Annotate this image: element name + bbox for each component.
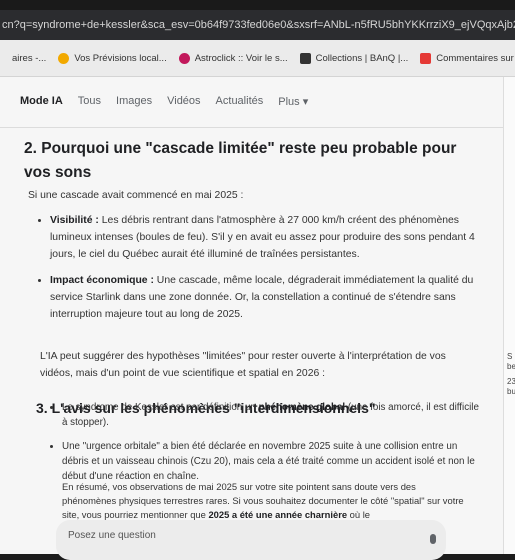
bookmark-label: Vos Prévisions local... [74, 52, 167, 64]
bookmark-4[interactable]: Collections | BAnQ |... [299, 52, 409, 64]
bullet-strong: Impact économique : [50, 275, 154, 286]
tab-videos[interactable]: Vidéos [167, 95, 200, 108]
bullet-strong: Visibilité : [50, 215, 99, 226]
summary-paragraph: En résumé, vos observations de mai 2025 … [62, 480, 472, 522]
weather-icon [58, 52, 70, 64]
list-item: Le syndrome de Kessler est par définitio… [62, 400, 482, 430]
bookmarks-bar: aires -... Vos Prévisions local... Astro… [0, 40, 515, 77]
screen-bezel [0, 0, 515, 10]
tab-tous[interactable]: Tous [78, 95, 101, 108]
bookmark-3[interactable]: Astroclick :: Voir le s... [178, 52, 288, 64]
list-item: Impact économique : Une cascade, même lo… [50, 272, 500, 323]
edge-text: be [507, 362, 515, 371]
bullet-strong: phénomène global [258, 402, 346, 413]
bookmark-label: Commentaires sur "... [436, 52, 515, 64]
bookmark-label: aires -... [12, 52, 47, 64]
ask-placeholder: Posez une question [68, 530, 156, 541]
bullet-text: Le syndrome de Kessler est par définitio… [62, 402, 259, 413]
search-tabs: Mode IA Tous Images Vidéos Actualités Pl… [20, 95, 323, 108]
summary-text: où le [347, 509, 370, 520]
youtube-icon [420, 52, 432, 64]
bullet-text: Une "urgence orbitale" a bien été déclar… [62, 441, 475, 482]
list-item: Une "urgence orbitale" a bien été déclar… [62, 439, 482, 484]
tab-images[interactable]: Images [116, 95, 152, 108]
bookmark-5[interactable]: Commentaires sur "... [420, 52, 515, 64]
list-item: Visibilité : Les débris rentrant dans l'… [50, 212, 500, 263]
astroclick-icon [178, 52, 190, 64]
tab-actualites[interactable]: Actualités [216, 95, 264, 108]
bullet-text: Les débris rentrant dans l'atmosphère à … [50, 215, 475, 260]
edge-text: 23 [507, 377, 515, 386]
ask-input[interactable]: Posez une question [56, 520, 446, 560]
tab-mode-ia[interactable]: Mode IA [20, 95, 63, 108]
bookmark-label: Astroclick :: Voir le s... [194, 52, 288, 64]
bullet-list-1: Visibilité : Les débris rentrant dans l'… [32, 212, 500, 332]
edge-text: bu [507, 387, 515, 396]
edge-text: S [507, 352, 513, 361]
url-text: cn?q=syndrome+de+kessler&sca_esv=0b64f97… [2, 19, 515, 31]
right-panel-edge: S be 23 bu [503, 77, 515, 554]
bookmark-label: Collections | BAnQ |... [315, 52, 409, 64]
banq-icon [299, 52, 311, 64]
summary-strong: 2025 a été une année charnière [208, 509, 348, 520]
intro-text: Si une cascade avait commencé en mai 202… [28, 190, 244, 201]
divider [0, 127, 515, 128]
bookmark-2[interactable]: Vos Prévisions local... [58, 52, 167, 64]
paragraph-2: L'IA peut suggérer des hypothèses "limit… [40, 351, 446, 379]
microphone-icon[interactable] [430, 534, 436, 544]
bookmark-1[interactable]: aires -... [12, 53, 46, 64]
section-heading-2: 2. Pourquoi une "cascade limitée" reste … [24, 140, 457, 181]
tab-plus[interactable]: Plus ▾ [278, 95, 308, 108]
address-bar[interactable]: cn?q=syndrome+de+kessler&sca_esv=0b64f97… [0, 10, 515, 40]
